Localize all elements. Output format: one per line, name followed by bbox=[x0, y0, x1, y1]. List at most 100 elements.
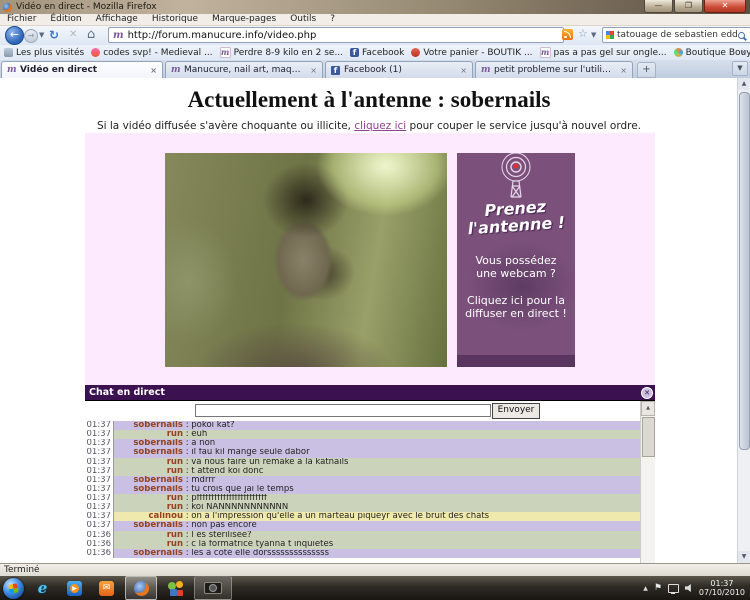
search-icon[interactable] bbox=[738, 32, 745, 39]
chat-message-row: 01:36run : l es sterilisee? bbox=[85, 531, 640, 540]
list-tabs-icon[interactable]: ▼ bbox=[732, 61, 748, 76]
maximize-button[interactable]: ❐ bbox=[674, 0, 703, 13]
cart-icon bbox=[411, 48, 420, 57]
chat-message-row: 01:37sobernails : pokoi kat? bbox=[85, 421, 640, 430]
taskbar-messenger-icon[interactable] bbox=[162, 577, 189, 599]
message-band: sobernails : il fau kil mange seule dabo… bbox=[114, 448, 640, 457]
bookmarks-overflow-chevron[interactable]: » bbox=[741, 47, 747, 58]
bookmark-item[interactable]: Les plus visités bbox=[4, 48, 84, 58]
menu-item-marquepages[interactable]: Marque-pages bbox=[205, 14, 283, 25]
search-input[interactable]: tatouage de sebastien edde bbox=[617, 30, 738, 40]
tab-close-icon[interactable]: × bbox=[620, 66, 627, 75]
page-subtitle: Si la vidéo diffusée s'avère choquante o… bbox=[0, 120, 738, 132]
forward-button[interactable]: → bbox=[24, 29, 38, 43]
page-content: Actuellement à l'antenne : sobernails Si… bbox=[0, 78, 738, 563]
bookmark-label: Votre panier - BOUTIK ... bbox=[423, 48, 532, 58]
tab-close-icon[interactable]: × bbox=[310, 66, 317, 75]
message-time: 01:37 bbox=[85, 485, 114, 494]
start-button[interactable] bbox=[3, 578, 24, 599]
network-icon[interactable] bbox=[668, 584, 679, 593]
message-time: 01:37 bbox=[85, 458, 114, 467]
stop-button[interactable]: ✕ bbox=[69, 29, 77, 40]
chat-scroll-thumb[interactable] bbox=[642, 417, 655, 457]
chat-input[interactable] bbox=[195, 404, 491, 417]
title-bar: Vidéo en direct - Mozilla Firefox bbox=[0, 0, 750, 14]
menu-item-dition[interactable]: Édition bbox=[43, 14, 88, 25]
chat-message-row: 01:37sobernails : a non bbox=[85, 439, 640, 448]
site-favicon: m bbox=[481, 66, 490, 75]
message-time: 01:36 bbox=[85, 540, 114, 549]
message-author: run bbox=[117, 540, 183, 549]
search-box[interactable]: tatouage de sebastien edde bbox=[602, 27, 750, 43]
bookmark-item[interactable]: fFacebook bbox=[350, 48, 404, 58]
chat-close-icon[interactable]: ✕ bbox=[641, 387, 653, 399]
facebook-favicon: f bbox=[331, 66, 340, 75]
new-tab-button[interactable]: + bbox=[637, 62, 656, 78]
message-band: run : va nous faire un remake a la katna… bbox=[114, 458, 640, 467]
action-center-flag-icon[interactable]: ⚑ bbox=[654, 583, 662, 593]
taskbar-webcam-icon[interactable] bbox=[194, 576, 232, 600]
message-time: 01:37 bbox=[85, 476, 114, 485]
scroll-up-icon[interactable]: ▲ bbox=[738, 78, 750, 90]
close-button[interactable]: ✕ bbox=[704, 0, 746, 13]
taskbar-mail-icon[interactable]: ✉ bbox=[93, 577, 120, 599]
taskbar-firefox-icon[interactable] bbox=[125, 576, 157, 600]
facebook-icon: f bbox=[350, 48, 359, 57]
chat-message-row: 01:37run : va nous faire un remake a la … bbox=[85, 458, 640, 467]
cut-service-link[interactable]: cliquez ici bbox=[354, 120, 406, 132]
chat-scrollbar[interactable]: ▲ bbox=[640, 401, 655, 563]
tab-close-icon[interactable]: × bbox=[150, 66, 157, 75]
tab-facebook-(1)[interactable]: f Facebook (1) × bbox=[325, 61, 473, 78]
chat-message-row: 01:37sobernails : il fau kil mange seule… bbox=[85, 448, 640, 457]
chat-scroll-up-icon[interactable]: ▲ bbox=[641, 401, 655, 416]
chat-message-row: 01:37calinou : on a l'impression qu'elle… bbox=[85, 512, 640, 521]
history-dropdown-icon[interactable]: ▼ bbox=[39, 31, 44, 39]
status-bar: Terminé bbox=[0, 563, 750, 577]
message-text: : a non bbox=[183, 439, 215, 448]
message-author: sobernails bbox=[117, 439, 183, 448]
bookmark-item[interactable]: Boutique Bouygues Te... bbox=[674, 48, 750, 58]
scroll-down-icon[interactable]: ▼ bbox=[738, 551, 750, 563]
tab-manucure-nail-art[interactable]: mManucure, nail art, maquillage, cils,..… bbox=[165, 61, 323, 78]
reload-button[interactable]: ↻ bbox=[49, 28, 59, 42]
scroll-thumb[interactable] bbox=[739, 92, 750, 450]
menu-item-affichage[interactable]: Affichage bbox=[89, 14, 145, 25]
rss-icon[interactable] bbox=[562, 29, 573, 40]
bookmark-item[interactable]: mpas a pas gel sur ongle... bbox=[540, 47, 667, 58]
bookmark-item[interactable]: Votre panier - BOUTIK ... bbox=[411, 48, 532, 58]
tab-vido-en-direct[interactable]: mVidéo en direct× bbox=[1, 61, 163, 78]
bookmark-item[interactable]: mPerdre 8-9 kilo en 2 se... bbox=[220, 47, 343, 58]
message-author: sobernails bbox=[117, 521, 183, 530]
menu-item-?[interactable]: ? bbox=[323, 14, 342, 25]
message-time: 01:37 bbox=[85, 521, 114, 530]
home-button[interactable]: ⌂ bbox=[87, 27, 95, 42]
menu-item-outils[interactable]: Outils bbox=[283, 14, 323, 25]
bookmark-dropdown-icon[interactable]: ▼ bbox=[591, 31, 596, 39]
menu-item-historique[interactable]: Historique bbox=[145, 14, 205, 25]
message-band: run : c la formatrice tyanna t inquietes bbox=[114, 540, 640, 549]
volume-icon[interactable] bbox=[685, 584, 693, 592]
bookmark-star-icon[interactable]: ☆ bbox=[578, 27, 588, 40]
webcam-promo-banner[interactable]: Prenez l'antenne ! Vous possédez une web… bbox=[457, 153, 575, 367]
message-author: run bbox=[117, 531, 183, 540]
taskbar-clock[interactable]: 01:37 07/10/2010 bbox=[699, 579, 745, 597]
taskbar-ie-icon[interactable]: e bbox=[29, 577, 56, 599]
message-author: run bbox=[117, 458, 183, 467]
message-text: : euh bbox=[183, 430, 207, 439]
tray-expand-icon[interactable]: ▲ bbox=[643, 585, 648, 592]
tab-label: Facebook (1) bbox=[344, 65, 455, 75]
browser-scrollbar[interactable]: ▲ ▼ bbox=[737, 78, 750, 563]
url-bar[interactable]: m http://forum.manucure.info/video.php bbox=[108, 27, 564, 43]
bookmark-item[interactable]: codes svp! - Medieval ... bbox=[91, 48, 212, 58]
tab-petit-probleme-sur[interactable]: mpetit probleme sur l'utilisation d'un .… bbox=[475, 61, 633, 78]
send-button[interactable]: Envoyer bbox=[492, 403, 540, 419]
back-button[interactable]: ← bbox=[5, 26, 24, 45]
tab-close-icon[interactable]: × bbox=[460, 66, 467, 75]
banner-question: Vous possédez une webcam ? bbox=[464, 254, 568, 280]
taskbar-media-player-icon[interactable]: ▶ bbox=[61, 577, 88, 599]
banner-cta[interactable]: Cliquez ici pour la diffuser en direct ! bbox=[464, 294, 568, 320]
menu-item-fichier[interactable]: Fichier bbox=[0, 14, 43, 25]
minimize-button[interactable]: — bbox=[644, 0, 673, 13]
chat-messages: 01:37sobernails : pokoi kat?01:37run : e… bbox=[85, 421, 640, 563]
bookmark-label: Perdre 8-9 kilo en 2 se... bbox=[234, 48, 343, 58]
